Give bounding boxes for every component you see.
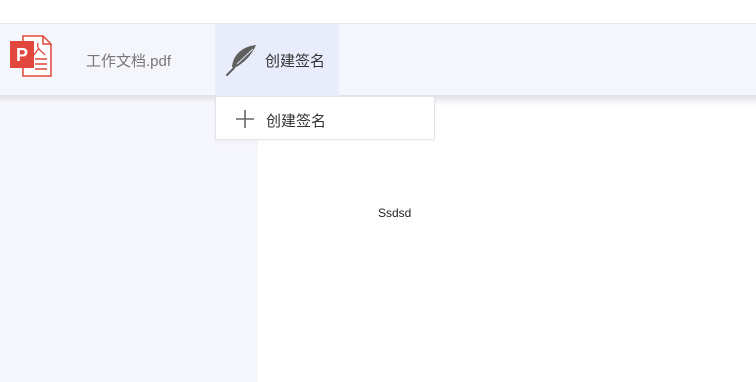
signature-dropdown-menu: 创建签名 bbox=[215, 96, 435, 140]
svg-text:P: P bbox=[16, 45, 28, 65]
document-text: Ssdsd bbox=[378, 206, 412, 220]
pdf-file-icon: P bbox=[9, 35, 53, 77]
top-toolbar: P 工作文档.pdf 创建签名 bbox=[0, 23, 756, 96]
page: P 工作文档.pdf 创建签名 创建签名 Ssdsd bbox=[0, 0, 756, 382]
create-signature-menu-item[interactable]: 创建签名 bbox=[216, 97, 434, 139]
create-signature-tab-label: 创建签名 bbox=[265, 53, 326, 70]
create-signature-menu-label: 创建签名 bbox=[266, 113, 327, 130]
plus-icon bbox=[235, 109, 255, 129]
file-name: 工作文档.pdf bbox=[86, 53, 172, 70]
feather-icon bbox=[225, 43, 259, 77]
create-signature-tab[interactable]: 创建签名 bbox=[215, 24, 339, 96]
left-sidebar bbox=[0, 104, 258, 382]
